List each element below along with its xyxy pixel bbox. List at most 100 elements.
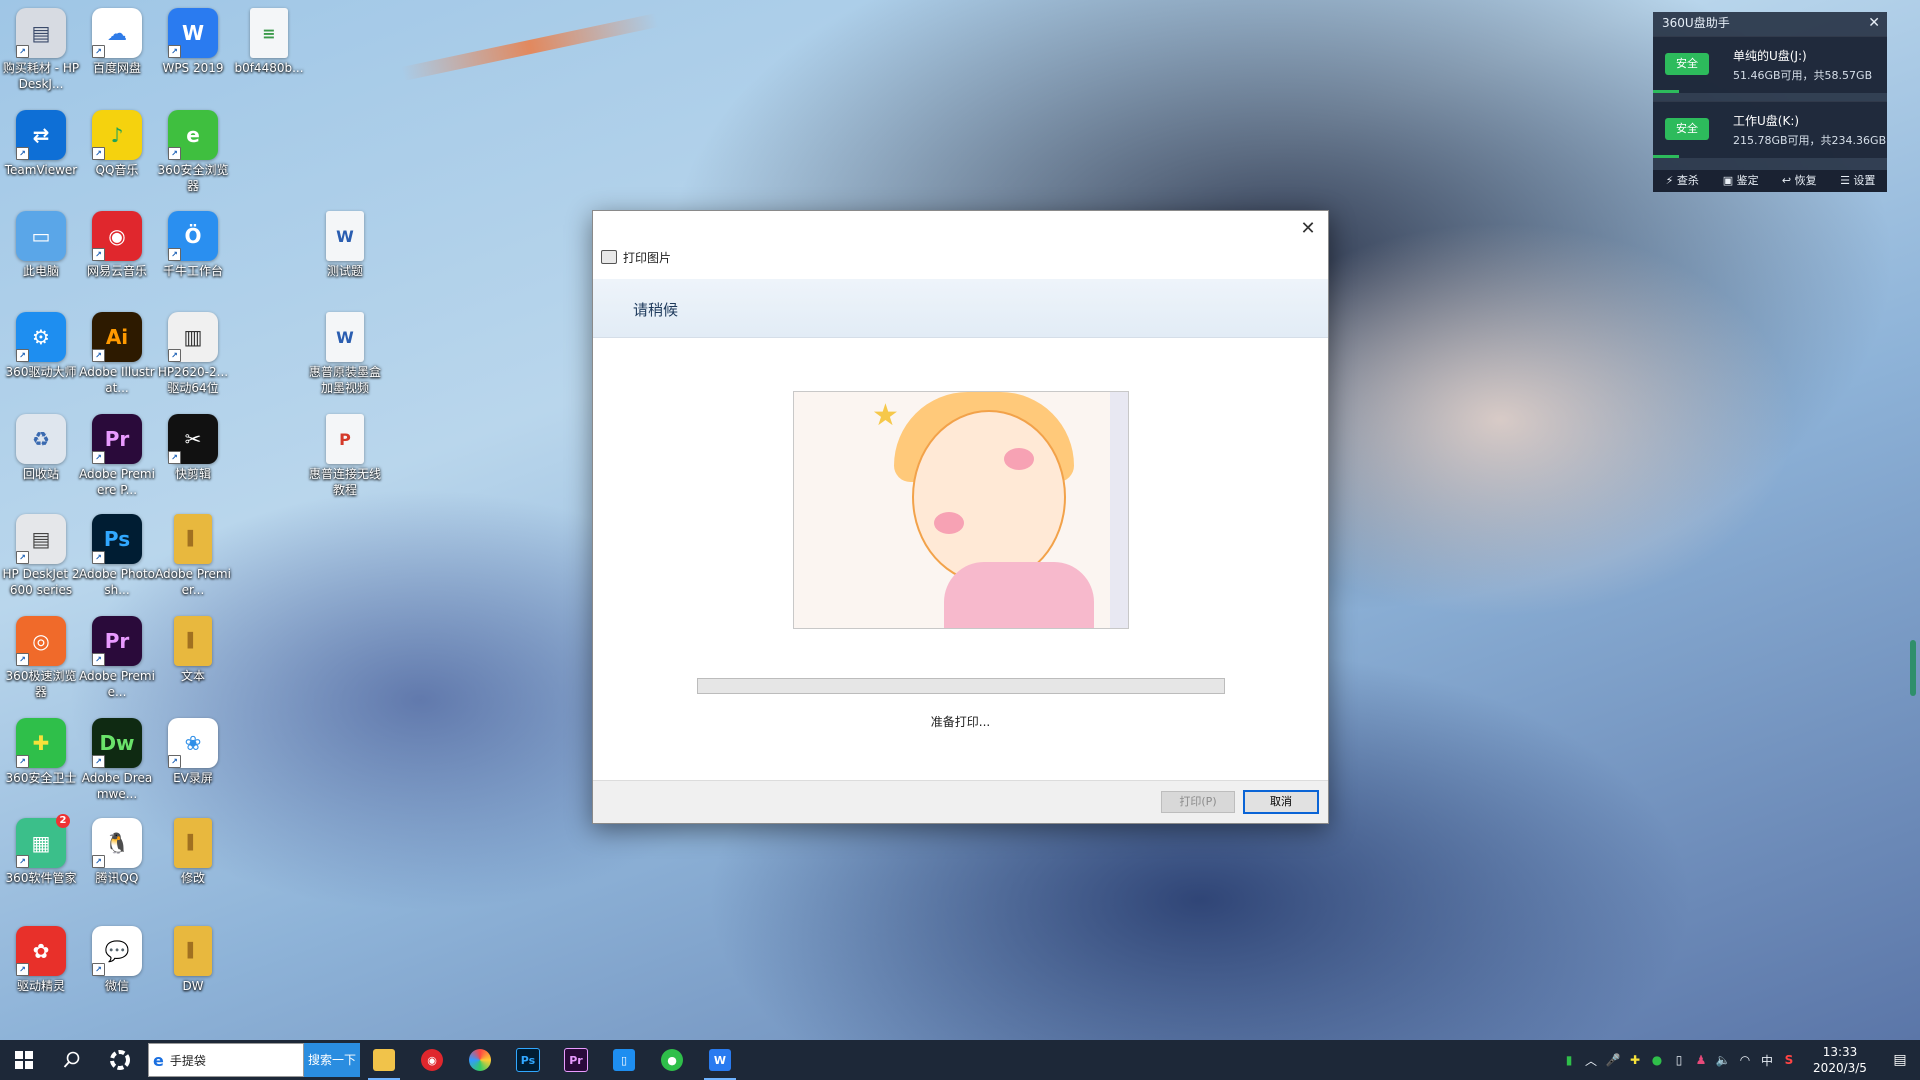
app-glyph: ◉ bbox=[108, 224, 126, 248]
app-icon: ▭ bbox=[16, 211, 66, 261]
desktop-icon[interactable]: ▦ ↗ 2 360软件管家 bbox=[0, 814, 82, 910]
desktop-icon[interactable]: ▌ Adobe Premier... bbox=[152, 510, 234, 606]
identify-button[interactable]: ▣ 鉴定 bbox=[1712, 170, 1771, 192]
restore-button[interactable]: ↩ 恢复 bbox=[1770, 170, 1829, 192]
search-go-button[interactable]: 搜索一下 bbox=[304, 1043, 360, 1077]
desktop-icon[interactable]: e ↗ 360安全浏览器 bbox=[152, 106, 234, 202]
desktop-icon[interactable]: ❀ ↗ EV录屏 bbox=[152, 714, 234, 810]
app-glyph: ▌ bbox=[187, 835, 199, 851]
desktop-icon[interactable]: ⚙ ↗ 360驱动大师 bbox=[0, 308, 82, 404]
app-glyph: ⇄ bbox=[32, 123, 50, 147]
taskbar-photoshop[interactable]: Ps bbox=[504, 1040, 552, 1080]
app-glyph: ▤ bbox=[31, 21, 51, 45]
360-guard-icon[interactable]: ✚ bbox=[1624, 1053, 1646, 1067]
battery-icon[interactable]: ▮ bbox=[1558, 1053, 1580, 1067]
dialog-title: 打印图片 bbox=[623, 250, 672, 265]
input-method-indicator[interactable]: 中 bbox=[1756, 1052, 1778, 1069]
app-glyph: 💬 bbox=[104, 939, 130, 963]
desktop-icon[interactable]: W 测试题 bbox=[304, 207, 386, 303]
desktop-icon[interactable]: 🐧 ↗ 腾讯QQ bbox=[76, 814, 158, 910]
drive-capacity: 215.78GB可用，共234.36GB bbox=[1733, 134, 1887, 147]
desktop-icon[interactable]: Ps ↗ Adobe Photosh... bbox=[76, 510, 158, 606]
scan-button[interactable]: ⚡ 查杀 bbox=[1653, 170, 1712, 192]
taskbar-wechat[interactable]: ● bbox=[648, 1040, 696, 1080]
desktop: ▤ ↗ 购买耗材 - HP DeskJ... ☁ ↗ 百度网盘 W ↗ WPS 2019 ≡ b0f… bbox=[0, 0, 1920, 1040]
settings-button[interactable]: ☰ 设置 bbox=[1829, 170, 1888, 192]
desktop-icon[interactable]: ✿ ↗ 驱动精灵 bbox=[0, 922, 82, 1018]
search-button[interactable] bbox=[48, 1040, 96, 1080]
desktop-icon[interactable]: ♻ 回收站 bbox=[0, 410, 82, 506]
desktop-icon[interactable]: ▌ 修改 bbox=[152, 814, 234, 910]
desktop-icon[interactable]: Pr ↗ Adobe Premie... bbox=[76, 612, 158, 708]
taskbar-file-explorer[interactable] bbox=[360, 1040, 408, 1080]
desktop-icon[interactable]: ▤ ↗ HP DeskJet 2600 series bbox=[0, 510, 82, 606]
app-glyph: Ps bbox=[103, 527, 131, 551]
desktop-icon[interactable]: ♪ ↗ QQ音乐 bbox=[76, 106, 158, 202]
desktop-icon[interactable]: Dw ↗ Adobe Dreamwe... bbox=[76, 714, 158, 810]
sogou-icon[interactable]: S bbox=[1778, 1053, 1800, 1067]
desktop-icon[interactable]: Ö ↗ 千牛工作台 bbox=[152, 207, 234, 303]
desktop-icon[interactable]: Pr ↗ Adobe Premiere P... bbox=[76, 410, 158, 506]
notification-center-icon[interactable]: ▤ bbox=[1880, 1052, 1920, 1068]
desktop-icon-label: 360安全浏览器 bbox=[157, 163, 229, 193]
desktop-icon[interactable]: ▌ 文本 bbox=[152, 612, 234, 708]
app-icon: ▌ bbox=[174, 616, 212, 666]
app-icon: ▦ ↗ 2 bbox=[16, 814, 70, 868]
edge-scroll-indicator[interactable] bbox=[1910, 640, 1916, 696]
app-icon: ⚙ ↗ bbox=[16, 312, 66, 362]
desktop-icon[interactable]: ▭ 此电脑 bbox=[0, 207, 82, 303]
desktop-icon-label: Adobe Dreamwe... bbox=[81, 771, 153, 801]
u360-drive-k[interactable]: 安全 工作U盘(K:) 215.78GB可用，共234.36GB bbox=[1653, 101, 1887, 158]
taskbar-wps[interactable]: W bbox=[696, 1040, 744, 1080]
app-icon: Pr ↗ bbox=[92, 414, 142, 464]
chevron-up-icon[interactable]: ︿ bbox=[1580, 1052, 1602, 1069]
desktop-icon[interactable]: 💬 ↗ 微信 bbox=[76, 922, 158, 1018]
app-glyph: W bbox=[336, 226, 354, 246]
print-button[interactable]: 打印(P) bbox=[1161, 791, 1235, 813]
app-glyph: ▌ bbox=[187, 531, 199, 547]
desktop-icon[interactable]: ◉ ↗ 网易云音乐 bbox=[76, 207, 158, 303]
volume-icon[interactable]: 🔈 bbox=[1712, 1053, 1734, 1067]
search-input[interactable]: e 手提袋 bbox=[148, 1043, 304, 1077]
usb-icon[interactable]: ▯ bbox=[1668, 1053, 1690, 1067]
desktop-icon[interactable]: ▥ ↗ HP2620-2... 驱动64位 bbox=[152, 308, 234, 404]
app-icon: 💬 ↗ bbox=[92, 926, 142, 976]
shortcut-arrow-icon: ↗ bbox=[92, 45, 105, 58]
taskbar-premiere[interactable]: Pr bbox=[552, 1040, 600, 1080]
taskbar-360-browser[interactable] bbox=[456, 1040, 504, 1080]
desktop-icon[interactable]: W 惠普原装墨盒加墨视频 bbox=[304, 308, 386, 404]
taskbar-netease-music[interactable]: ◉ bbox=[408, 1040, 456, 1080]
shortcut-arrow-icon: ↗ bbox=[16, 45, 29, 58]
desktop-icon[interactable]: ✂ ↗ 快剪辑 bbox=[152, 410, 234, 506]
desktop-icon[interactable]: Ai ↗ Adobe Illustrat... bbox=[76, 308, 158, 404]
desktop-icon[interactable]: ▤ ↗ 购买耗材 - HP DeskJ... bbox=[0, 4, 82, 100]
wechat-tray-icon[interactable]: ● bbox=[1646, 1053, 1668, 1067]
wifi-icon[interactable]: ◠ bbox=[1734, 1053, 1756, 1067]
desktop-icon[interactable]: ✚ ↗ 360安全卫士 bbox=[0, 714, 82, 810]
desktop-icon[interactable]: ≡ b0f4480b... bbox=[228, 4, 310, 100]
desktop-icon[interactable]: ⇄ ↗ TeamViewer bbox=[0, 106, 82, 202]
taskbar-tablet-app[interactable]: ▯ bbox=[600, 1040, 648, 1080]
dialog-close-icon[interactable]: ✕ bbox=[1296, 217, 1320, 241]
app-glyph: ☁ bbox=[107, 21, 127, 45]
app-icon: ◎ ↗ bbox=[16, 616, 66, 666]
desktop-icon[interactable]: ☁ ↗ 百度网盘 bbox=[76, 4, 158, 100]
desktop-icon[interactable]: ◎ ↗ 360极速浏览器 bbox=[0, 612, 82, 708]
preview-body-shape bbox=[944, 562, 1094, 628]
mic-icon[interactable]: 🎤 bbox=[1602, 1053, 1624, 1067]
preview-stripe bbox=[1110, 392, 1128, 628]
desktop-icon-label: 修改 bbox=[180, 871, 205, 885]
u360-drive-j[interactable]: 安全 单纯的U盘(J:) 51.46GB可用，共58.57GB bbox=[1653, 36, 1887, 93]
taskbar: e 手提袋 搜索一下 ◉ Ps Pr ▯ ● W ▮ ︿ 🎤 ✚ ● ▯ ♟ 🔈… bbox=[0, 1040, 1920, 1080]
desktop-icon-label: TeamViewer bbox=[4, 163, 78, 177]
assistant-button[interactable] bbox=[96, 1040, 144, 1080]
desktop-icon[interactable]: ▌ DW bbox=[152, 922, 234, 1018]
desktop-icon-label: 购买耗材 - HP DeskJ... bbox=[2, 61, 80, 91]
clock[interactable]: 13:33 2020/3/5 bbox=[1800, 1044, 1880, 1076]
desktop-icon[interactable]: P 惠普连接无线教程 bbox=[304, 410, 386, 506]
desktop-icon[interactable]: W ↗ WPS 2019 bbox=[152, 4, 234, 100]
u360-close-icon[interactable]: ✕ bbox=[1868, 12, 1880, 34]
qq-tray-icon[interactable]: ♟ bbox=[1690, 1053, 1712, 1067]
cancel-button[interactable]: 取消 bbox=[1243, 790, 1319, 814]
start-button[interactable] bbox=[0, 1040, 48, 1080]
